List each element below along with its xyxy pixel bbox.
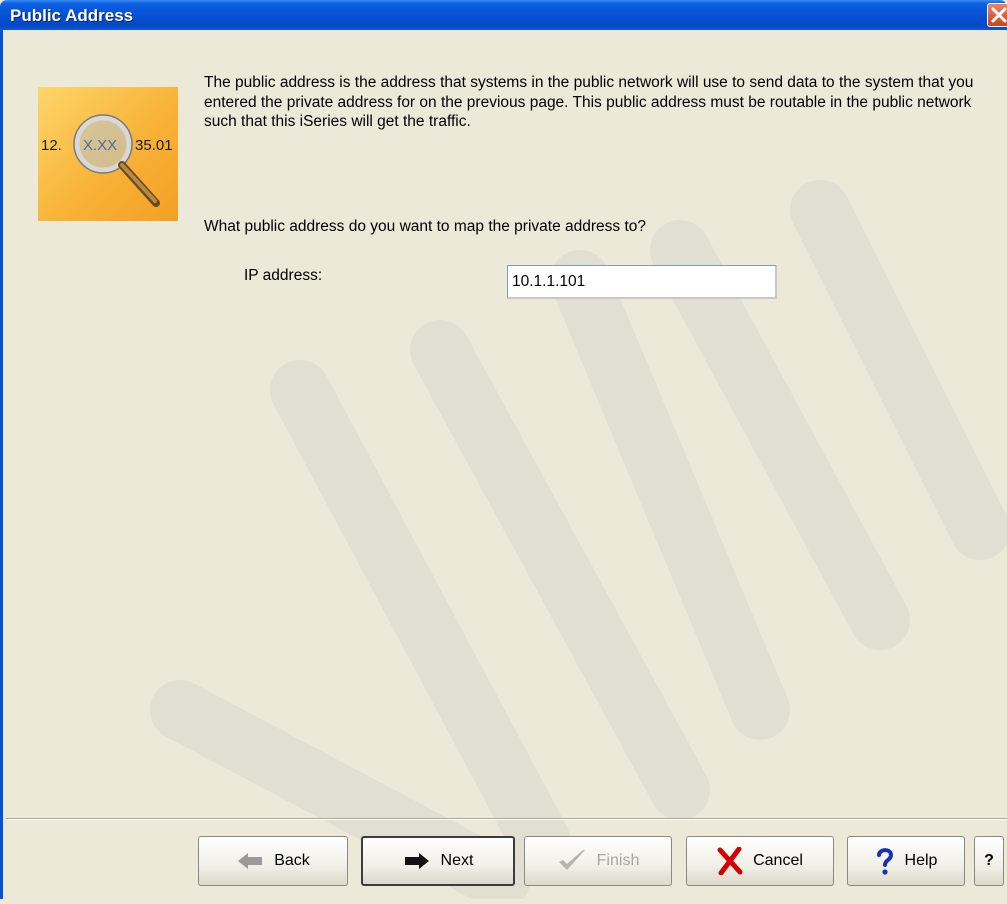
svg-text:X.XX: X.XX bbox=[83, 137, 117, 154]
whats-this-label: ? bbox=[984, 852, 994, 869]
back-arrow-icon bbox=[238, 853, 263, 869]
cancel-button[interactable]: Cancel bbox=[686, 836, 834, 886]
finish-button[interactable]: Finish bbox=[524, 836, 672, 886]
help-question-icon bbox=[876, 848, 893, 875]
title-bar[interactable]: Public Address bbox=[0, 0, 1007, 30]
cancel-label: Cancel bbox=[753, 852, 803, 869]
checkmark-icon bbox=[558, 850, 585, 870]
ip-address-label: IP address: bbox=[244, 267, 323, 284]
whats-this-button[interactable]: ? bbox=[974, 836, 1004, 886]
close-button[interactable] bbox=[987, 3, 1007, 27]
ip-address-input[interactable] bbox=[507, 265, 777, 299]
description-text: The public address is the address that s… bbox=[204, 74, 974, 130]
back-label: Back bbox=[274, 852, 310, 869]
cancel-x-icon bbox=[717, 847, 743, 875]
help-label: Help bbox=[904, 852, 938, 869]
svg-text:12.: 12. bbox=[41, 137, 62, 154]
button-separator bbox=[6, 818, 1007, 820]
question-text: What public address do you want to map t… bbox=[204, 218, 646, 235]
archived-watermark bbox=[120, 150, 1007, 904]
window-frame-left bbox=[0, 30, 3, 899]
next-label: Next bbox=[440, 852, 474, 869]
address-search-icon: 12. 35.01 X.XX bbox=[38, 87, 178, 221]
next-button[interactable]: Next bbox=[361, 836, 515, 886]
help-button[interactable]: Help bbox=[847, 836, 965, 886]
close-icon bbox=[991, 7, 1007, 23]
next-arrow-icon bbox=[404, 853, 429, 869]
finish-label: Finish bbox=[596, 852, 640, 869]
svg-text:35.01: 35.01 bbox=[135, 137, 173, 154]
back-button[interactable]: Back bbox=[198, 836, 348, 886]
window-title: Public Address bbox=[10, 6, 134, 25]
